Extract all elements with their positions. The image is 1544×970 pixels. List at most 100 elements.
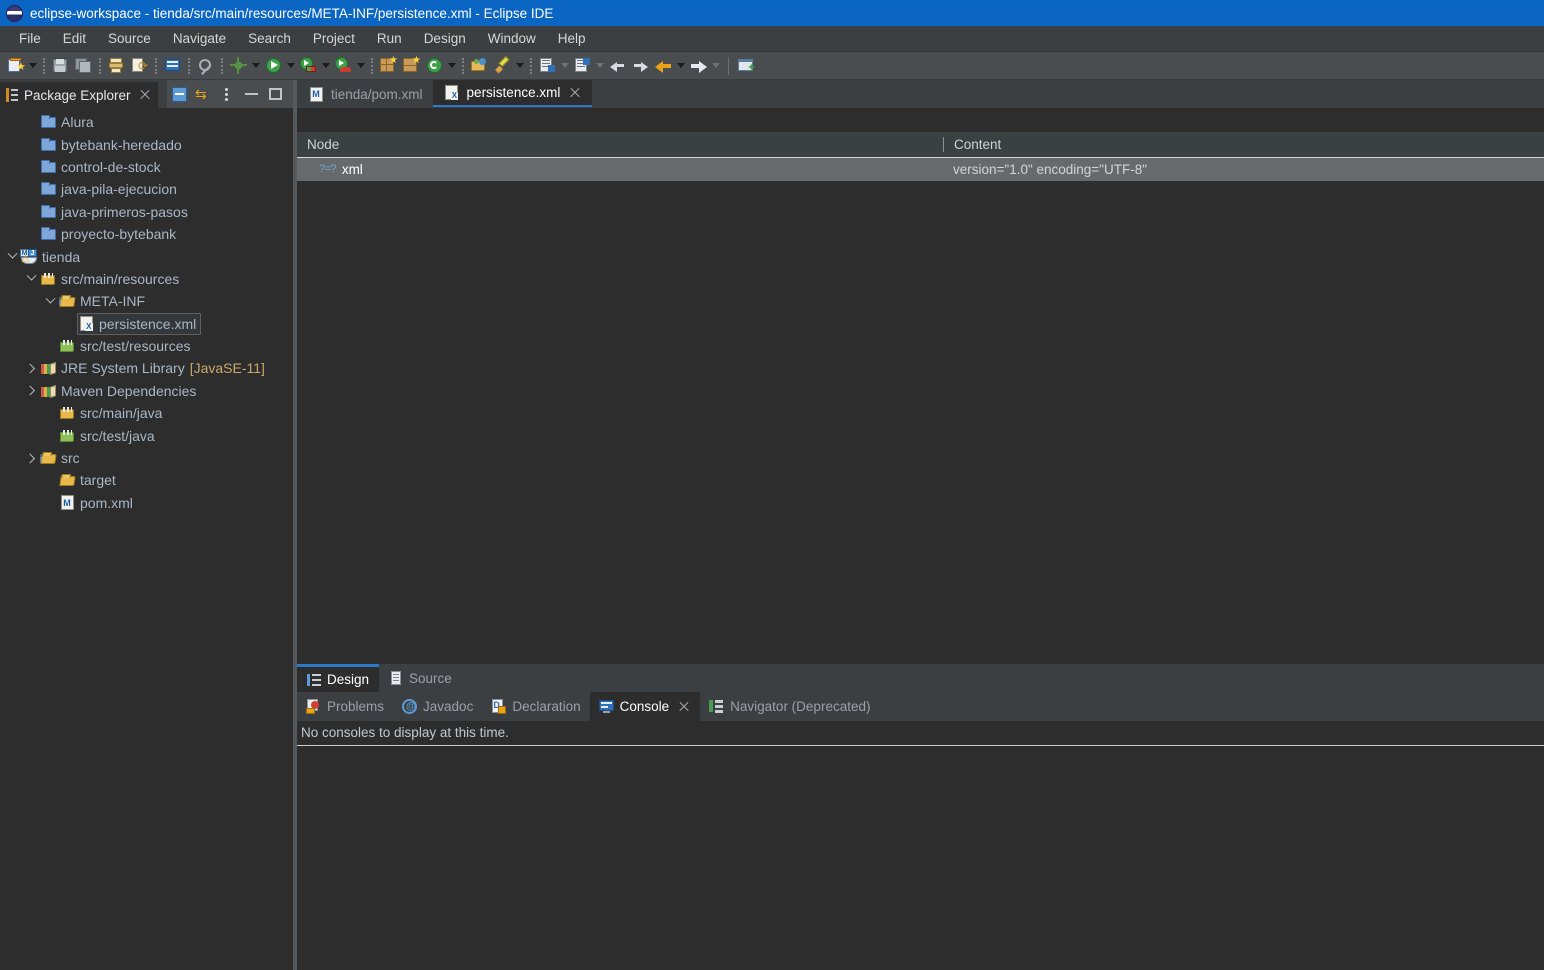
column-header-content[interactable]: Content	[943, 137, 1544, 152]
chevron-closed-icon[interactable]	[23, 360, 39, 376]
tree-item[interactable]: Alura	[0, 111, 293, 133]
marker-icon[interactable]	[492, 55, 513, 76]
new-editor-icon[interactable]: ✦	[736, 55, 757, 76]
chevron-open-icon[interactable]	[42, 293, 58, 309]
refresh-workspace-icon[interactable]: ⟳	[129, 55, 150, 76]
source-folder-icon	[58, 406, 76, 420]
tree-item[interactable]: i src	[0, 447, 293, 469]
tree-item[interactable]: src/test/java	[0, 424, 293, 446]
tree-item[interactable]: proyecto-bytebank	[0, 223, 293, 245]
marker-dropdown-icon[interactable]	[514, 56, 526, 76]
bottom-tab-console[interactable]: Console	[589, 692, 701, 721]
menu-edit[interactable]: Edit	[52, 28, 97, 49]
tree-item[interactable]: i META-INF	[0, 290, 293, 312]
menu-project[interactable]: Project	[302, 28, 366, 49]
maximize-view-icon[interactable]	[264, 83, 286, 105]
menu-navigate[interactable]: Navigate	[162, 28, 237, 49]
open-task-icon[interactable]	[162, 55, 183, 76]
new-wizard-icon[interactable]: ★	[5, 55, 26, 76]
tree-item[interactable]: src/test/resources	[0, 335, 293, 357]
coverage-dropdown-icon[interactable]	[320, 56, 332, 76]
tree-item-label: Maven Dependencies	[61, 382, 197, 399]
collapse-all-icon[interactable]	[168, 83, 190, 105]
xml-file-icon	[443, 85, 461, 100]
editor-tab-tienda-pom-xml[interactable]: Mtienda/pom.xml	[297, 80, 433, 108]
back-history-dropdown-icon[interactable]	[675, 56, 687, 76]
console-divider	[297, 745, 1544, 746]
run-dropdown-icon[interactable]	[285, 56, 297, 76]
bottom-tab-problems[interactable]: Problems	[297, 692, 393, 721]
menu-window[interactable]: Window	[477, 28, 547, 49]
forward-history-icon[interactable]	[688, 55, 709, 76]
coverage-icon[interactable]	[298, 55, 319, 76]
previous-annotation-icon[interactable]	[572, 55, 593, 76]
next-annotation-icon[interactable]	[537, 55, 558, 76]
tree-item-label: src/test/java	[80, 427, 155, 444]
next-annotation-dropdown-icon[interactable]	[559, 56, 571, 76]
link-with-editor-icon[interactable]: ⇆	[192, 83, 214, 105]
debug-dropdown-icon[interactable]	[250, 56, 262, 76]
menu-run[interactable]: Run	[366, 28, 413, 49]
tab-package-explorer[interactable]: Package Explorer	[0, 80, 158, 108]
chevron-open-icon[interactable]	[23, 271, 39, 287]
new-wizard-dropdown-icon[interactable]	[27, 56, 39, 76]
new-package-icon[interactable]: ★	[378, 55, 399, 76]
editor-tab-persistence-xml[interactable]: persistence.xml	[432, 80, 593, 108]
menu-source[interactable]: Source	[97, 28, 162, 49]
chevron-open-icon[interactable]	[4, 249, 20, 265]
close-icon[interactable]	[568, 86, 582, 100]
menu-help[interactable]: Help	[547, 28, 597, 49]
close-icon[interactable]	[138, 88, 152, 102]
column-header-node[interactable]: Node	[297, 137, 943, 152]
tree-item[interactable]: Maven Dependencies	[0, 380, 293, 402]
menu-file[interactable]: File	[8, 28, 52, 49]
package-explorer-toolbar: ⇆	[167, 80, 293, 108]
external-tools-dropdown-icon[interactable]	[446, 56, 458, 76]
tree-item[interactable]: control-de-stock	[0, 156, 293, 178]
save-icon[interactable]	[50, 55, 71, 76]
view-tab-design[interactable]: Design	[297, 664, 380, 692]
bottom-tab-javadoc[interactable]: @ Javadoc	[393, 692, 482, 721]
forward-icon[interactable]	[630, 55, 651, 76]
tree-item[interactable]: src/main/java	[0, 402, 293, 424]
tree-item-selected[interactable]: persistence.xml	[0, 312, 293, 335]
tree-item[interactable]: bytebank-heredado	[0, 133, 293, 155]
save-all-icon[interactable]	[73, 55, 94, 76]
minimize-view-icon[interactable]	[240, 83, 262, 105]
tree-item[interactable]: target	[0, 469, 293, 491]
menu-search[interactable]: Search	[237, 28, 302, 49]
bottom-tab-declaration[interactable]: D Declaration	[482, 692, 589, 721]
chevron-closed-icon[interactable]	[23, 450, 39, 466]
back-history-icon[interactable]	[653, 55, 674, 76]
tree-item[interactable]: src/main/resources	[0, 268, 293, 290]
tree-item[interactable]: java-primeros-pasos	[0, 201, 293, 223]
external-tools-icon[interactable]	[424, 55, 445, 76]
profile-icon[interactable]	[333, 55, 354, 76]
tree-item[interactable]: JRE System Library [JavaSE-11]	[0, 357, 293, 379]
close-icon[interactable]	[677, 700, 691, 714]
previous-annotation-dropdown-icon[interactable]	[594, 56, 606, 76]
open-type-icon[interactable]	[469, 55, 490, 76]
run-icon[interactable]	[263, 55, 284, 76]
design-table-row[interactable]: ?=? xml version="1.0" encoding="UTF-8"	[297, 158, 1544, 181]
tree-item[interactable]: Mpom.xml	[0, 492, 293, 514]
new-class-icon[interactable]: ★	[401, 55, 422, 76]
tree-item[interactable]: java-pila-ejecucion	[0, 178, 293, 200]
print-icon[interactable]	[106, 55, 127, 76]
debug-icon[interactable]	[228, 55, 249, 76]
bottom-tab-navigator-deprecated[interactable]: Navigator (Deprecated)	[700, 692, 879, 721]
view-tab-source[interactable]: Source	[379, 664, 462, 692]
profile-dropdown-icon[interactable]	[355, 56, 367, 76]
back-icon[interactable]	[607, 55, 628, 76]
design-table-rows[interactable]: ?=? xml version="1.0" encoding="UTF-8"	[297, 158, 1544, 181]
forward-history-dropdown-icon[interactable]	[710, 56, 722, 76]
view-menu-icon[interactable]	[216, 83, 238, 105]
console-view: No consoles to display at this time.	[297, 721, 1544, 970]
chevron-closed-icon[interactable]	[23, 383, 39, 399]
search-icon[interactable]	[195, 55, 216, 76]
project-tree[interactable]: Alura bytebank-heredado control-de-stock ja…	[0, 108, 293, 970]
tree-item[interactable]: M J ⚠ tienda	[0, 245, 293, 267]
menu-design[interactable]: Design	[413, 28, 477, 49]
